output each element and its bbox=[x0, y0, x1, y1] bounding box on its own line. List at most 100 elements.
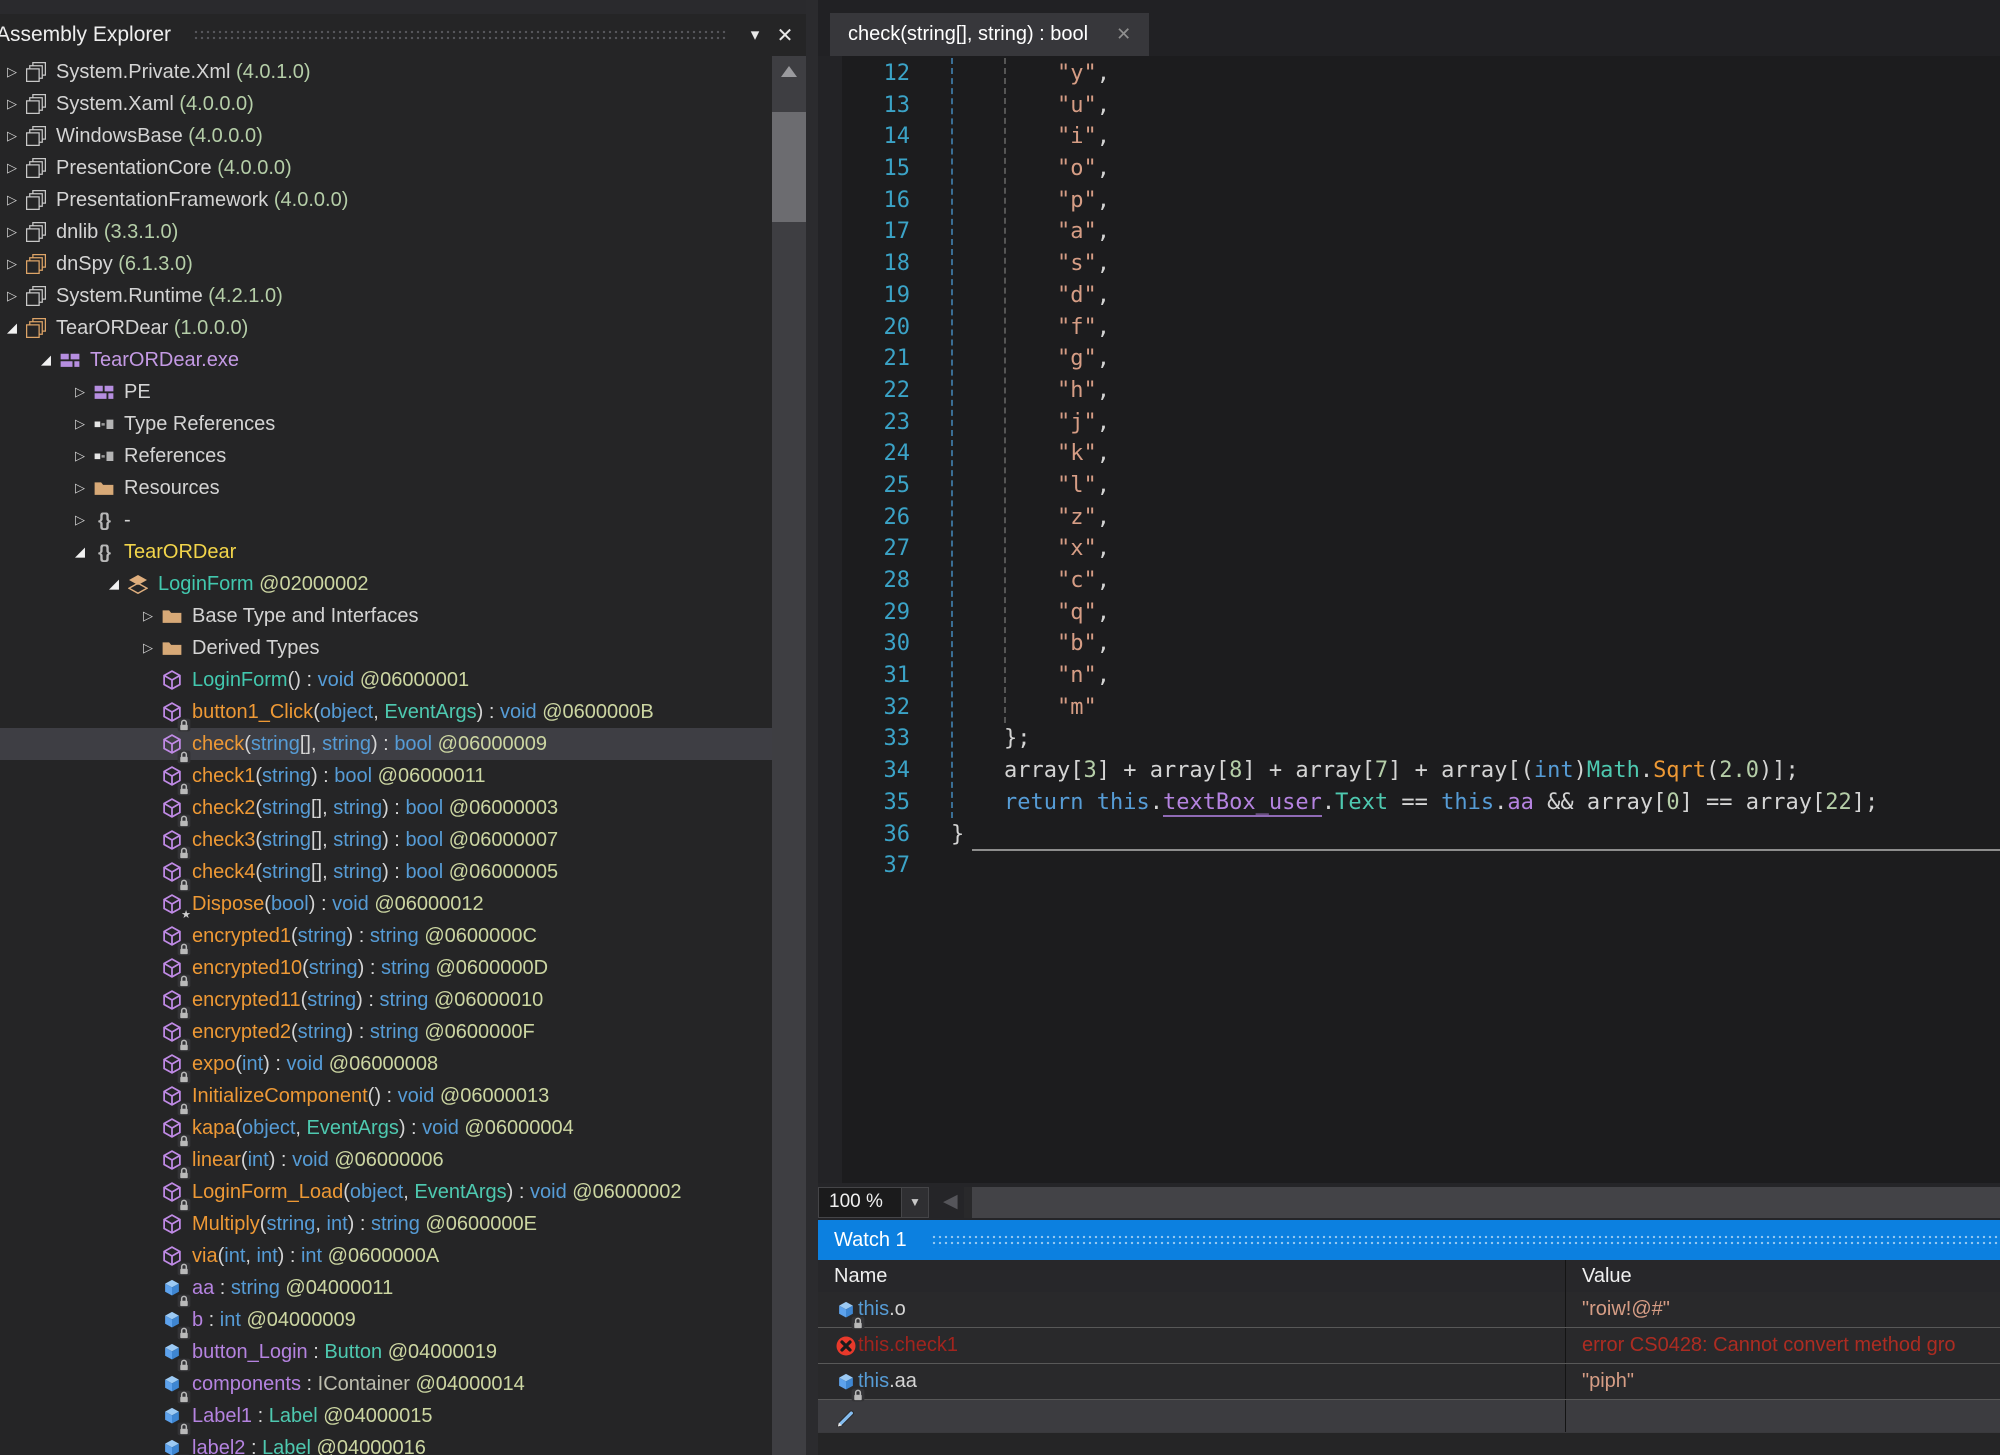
expander-closed-icon[interactable]: ▷ bbox=[0, 128, 24, 144]
code-line[interactable]: 26 "z", bbox=[818, 502, 2000, 534]
tree-row[interactable]: ▷PresentationFramework (4.0.0.0) bbox=[0, 184, 772, 216]
tree-row[interactable]: ◢TearORDear.exe bbox=[0, 344, 772, 376]
code-line[interactable]: 27 "x", bbox=[818, 533, 2000, 565]
watch-name-cell[interactable] bbox=[818, 1400, 1566, 1435]
expander-closed-icon[interactable]: ▷ bbox=[0, 160, 24, 176]
expander-closed-icon[interactable]: ▷ bbox=[0, 192, 24, 208]
code-line[interactable]: 35 return this.textBox_user.Text == this… bbox=[818, 787, 2000, 819]
tree-row[interactable]: Label1 : Label @04000015 bbox=[0, 1400, 772, 1432]
code-line[interactable]: 34 array[3] + array[8] + array[7] + arra… bbox=[818, 755, 2000, 787]
code-line[interactable]: 14 "i", bbox=[818, 121, 2000, 153]
tree-row[interactable]: kapa(object, EventArgs) : void @06000004 bbox=[0, 1112, 772, 1144]
tree-row[interactable]: button_Login : Button @04000019 bbox=[0, 1336, 772, 1368]
tree-row[interactable]: button1_Click(object, EventArgs) : void … bbox=[0, 696, 772, 728]
code-line[interactable]: 33 }; bbox=[818, 723, 2000, 755]
tree-row[interactable]: ★Dispose(bool) : void @06000012 bbox=[0, 888, 772, 920]
tree-row[interactable]: linear(int) : void @06000006 bbox=[0, 1144, 772, 1176]
chevron-down-icon[interactable]: ▾ bbox=[740, 20, 770, 50]
watch-panel-header[interactable]: Watch 1 bbox=[818, 1220, 2000, 1260]
tree-row[interactable]: ▷WindowsBase (4.0.0.0) bbox=[0, 120, 772, 152]
expander-closed-icon[interactable]: ▷ bbox=[136, 640, 160, 656]
watch-value-cell[interactable]: "roiw!@#" bbox=[1566, 1292, 2000, 1327]
code-line[interactable]: 22 "h", bbox=[818, 375, 2000, 407]
panel-splitter[interactable] bbox=[806, 0, 818, 1455]
expander-closed-icon[interactable]: ▷ bbox=[0, 64, 24, 80]
tree-row[interactable]: ▷System.Xaml (4.0.0.0) bbox=[0, 88, 772, 120]
expander-closed-icon[interactable]: ▷ bbox=[0, 224, 24, 240]
code-line[interactable]: 36} bbox=[818, 819, 2000, 851]
code-line[interactable]: 12 "y", bbox=[818, 58, 2000, 90]
tree-row[interactable]: ▷dnlib (3.3.1.0) bbox=[0, 216, 772, 248]
code-line[interactable]: 15 "o", bbox=[818, 153, 2000, 185]
expander-open-icon[interactable]: ◢ bbox=[0, 320, 24, 336]
code-line[interactable]: 18 "s", bbox=[818, 248, 2000, 280]
code-editor[interactable]: 12 "y",13 "u",14 "i",15 "o",16 "p",17 "a… bbox=[818, 56, 2000, 1183]
expander-closed-icon[interactable]: ▷ bbox=[68, 416, 92, 432]
watch-row[interactable]: this.o"roiw!@#" bbox=[818, 1292, 2000, 1327]
tree-row[interactable]: encrypted11(string) : string @06000010 bbox=[0, 984, 772, 1016]
watch-value-cell[interactable]: "piph" bbox=[1566, 1364, 2000, 1399]
code-line[interactable]: 23 "j", bbox=[818, 407, 2000, 439]
expander-closed-icon[interactable]: ▷ bbox=[68, 448, 92, 464]
code-line[interactable]: 29 "q", bbox=[818, 597, 2000, 629]
tree-row[interactable]: ▷System.Private.Xml (4.0.1.0) bbox=[0, 56, 772, 88]
tree-row[interactable]: LoginForm_Load(object, EventArgs) : void… bbox=[0, 1176, 772, 1208]
expander-closed-icon[interactable]: ▷ bbox=[0, 96, 24, 112]
tree-row[interactable]: b : int @04000009 bbox=[0, 1304, 772, 1336]
tree-row[interactable]: ▷PresentationCore (4.0.0.0) bbox=[0, 152, 772, 184]
tree-row[interactable]: ▷Type References bbox=[0, 408, 772, 440]
tree-row[interactable]: encrypted2(string) : string @0600000F bbox=[0, 1016, 772, 1048]
expander-closed-icon[interactable]: ▷ bbox=[68, 480, 92, 496]
tree-row[interactable]: check1(string) : bool @06000011 bbox=[0, 760, 772, 792]
code-line[interactable]: 24 "k", bbox=[818, 438, 2000, 470]
tree-row[interactable]: aa : string @04000011 bbox=[0, 1272, 772, 1304]
expander-open-icon[interactable]: ◢ bbox=[102, 576, 126, 592]
code-line[interactable]: 32 "m" bbox=[818, 692, 2000, 724]
zoom-dropdown-button[interactable]: ▼ bbox=[902, 1187, 929, 1218]
horizontal-scrollbar-thumb[interactable] bbox=[972, 1187, 2000, 1218]
expander-closed-icon[interactable]: ▷ bbox=[136, 608, 160, 624]
tree-row[interactable]: ▷Base Type and Interfaces bbox=[0, 600, 772, 632]
tree-row[interactable]: Multiply(string, int) : string @0600000E bbox=[0, 1208, 772, 1240]
tree-row[interactable]: ▷dnSpy (6.1.3.0) bbox=[0, 248, 772, 280]
tab-check-method[interactable]: check(string[], string) : bool ✕ bbox=[830, 13, 1149, 56]
tree-row[interactable]: ◢TearORDear (1.0.0.0) bbox=[0, 312, 772, 344]
expander-closed-icon[interactable]: ▷ bbox=[0, 288, 24, 304]
tree-row[interactable]: ◢{}TearORDear bbox=[0, 536, 772, 568]
code-line[interactable]: 16 "p", bbox=[818, 185, 2000, 217]
tree-row[interactable]: LoginForm() : void @06000001 bbox=[0, 664, 772, 696]
code-line[interactable]: 30 "b", bbox=[818, 628, 2000, 660]
scrollbar-thumb[interactable] bbox=[772, 112, 806, 222]
hscroll-left-arrow-icon[interactable]: ◀ bbox=[943, 1190, 958, 1213]
tree-row[interactable]: expo(int) : void @06000008 bbox=[0, 1048, 772, 1080]
scrollbar-up-arrow-icon[interactable] bbox=[781, 66, 797, 77]
tree-row[interactable]: ▷{}- bbox=[0, 504, 772, 536]
expander-open-icon[interactable]: ◢ bbox=[68, 544, 92, 560]
tree-row[interactable]: ◢LoginForm @02000002 bbox=[0, 568, 772, 600]
tree-row-selected[interactable]: check(string[], string) : bool @06000009 bbox=[0, 728, 772, 760]
code-line[interactable]: 19 "d", bbox=[818, 280, 2000, 312]
tab-close-icon[interactable]: ✕ bbox=[1116, 24, 1131, 45]
tree-row[interactable]: encrypted1(string) : string @0600000C bbox=[0, 920, 772, 952]
tree-row[interactable]: InitializeComponent() : void @06000013 bbox=[0, 1080, 772, 1112]
code-line[interactable]: 20 "f", bbox=[818, 312, 2000, 344]
tree-row[interactable]: components : IContainer @04000014 bbox=[0, 1368, 772, 1400]
tree-row[interactable]: encrypted10(string) : string @0600000D bbox=[0, 952, 772, 984]
watch-column-name[interactable]: Name bbox=[818, 1260, 1566, 1292]
horizontal-scrollbar[interactable] bbox=[964, 1187, 2000, 1218]
panel-drag-grip[interactable] bbox=[193, 29, 726, 41]
tree-row[interactable]: ▷Resources bbox=[0, 472, 772, 504]
code-line[interactable]: 28 "c", bbox=[818, 565, 2000, 597]
watch-drag-grip[interactable] bbox=[931, 1234, 2000, 1248]
expander-closed-icon[interactable]: ▷ bbox=[68, 384, 92, 400]
watch-value-cell[interactable]: error CS0428: Cannot convert method gro bbox=[1566, 1328, 2000, 1363]
tree-row[interactable]: via(int, int) : int @0600000A bbox=[0, 1240, 772, 1272]
watch-row[interactable]: this.aa"piph" bbox=[818, 1363, 2000, 1399]
watch-row[interactable]: this.check1error CS0428: Cannot convert … bbox=[818, 1327, 2000, 1363]
code-line[interactable]: 17 "a", bbox=[818, 216, 2000, 248]
expander-closed-icon[interactable]: ▷ bbox=[68, 512, 92, 528]
code-line[interactable]: 37 bbox=[818, 850, 2000, 882]
watch-name-cell[interactable]: this.o bbox=[818, 1292, 1566, 1327]
watch-name-cell[interactable]: this.check1 bbox=[818, 1328, 1566, 1363]
tree-row[interactable]: check3(string[], string) : bool @0600000… bbox=[0, 824, 772, 856]
